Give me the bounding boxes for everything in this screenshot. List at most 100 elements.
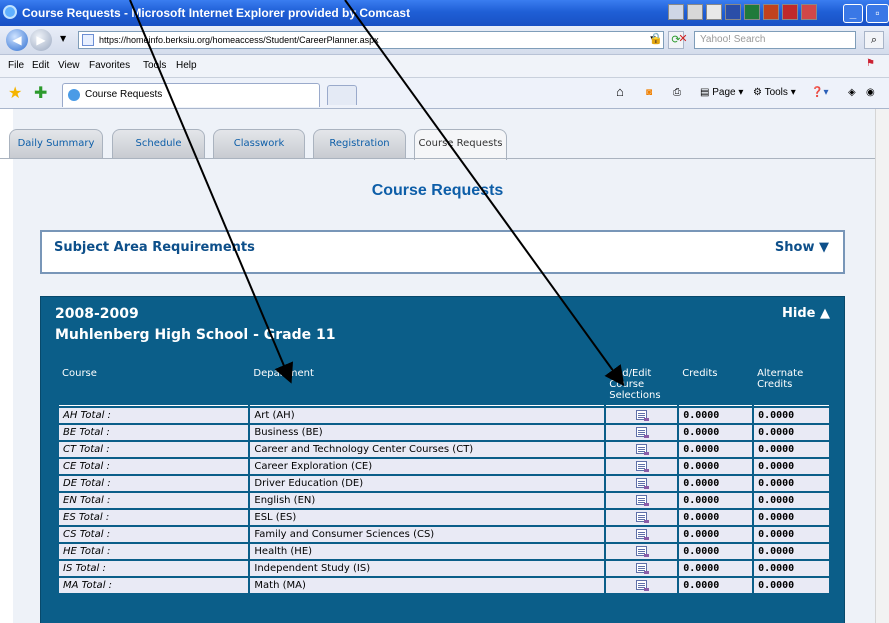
search-icon[interactable]: ⌕ bbox=[864, 31, 884, 49]
tab-registration[interactable]: Registration bbox=[313, 129, 406, 159]
edit-selections-icon[interactable] bbox=[636, 478, 650, 489]
menu-file[interactable]: File bbox=[8, 60, 24, 71]
edit-selections-icon[interactable] bbox=[636, 512, 650, 523]
row-edit[interactable] bbox=[606, 442, 678, 457]
tray-app-icon[interactable] bbox=[801, 4, 817, 20]
row-department: Business (BE) bbox=[250, 425, 605, 440]
row-alt-credits: 0.0000 bbox=[754, 493, 829, 508]
history-dropdown-icon[interactable]: ▼ bbox=[60, 34, 66, 43]
tray-app-icon[interactable] bbox=[706, 4, 722, 20]
table-row: EN Total : English (EN) 0.0000 0.0000 bbox=[59, 493, 829, 508]
edit-selections-icon[interactable] bbox=[636, 444, 650, 455]
row-alt-credits: 0.0000 bbox=[754, 476, 829, 491]
restore-button[interactable]: ▫ bbox=[866, 4, 889, 23]
edit-selections-icon[interactable] bbox=[636, 427, 650, 438]
header-credits[interactable]: Credits bbox=[679, 367, 753, 406]
row-edit[interactable] bbox=[606, 578, 678, 593]
edit-selections-icon[interactable] bbox=[636, 529, 650, 540]
lock-icon[interactable]: 🔒 bbox=[648, 31, 664, 49]
row-edit[interactable] bbox=[606, 527, 678, 542]
address-input[interactable]: https://homeinfo.berksiu.org/homeaccess/… bbox=[78, 31, 664, 49]
menu-favorites[interactable]: Favorites bbox=[89, 60, 130, 71]
tray-app-icon[interactable] bbox=[782, 4, 798, 20]
menu-bar: File Edit View Favorites Tools Help ⚑ bbox=[0, 55, 889, 78]
tools-menu-label: Tools bbox=[764, 87, 788, 98]
row-edit[interactable] bbox=[606, 493, 678, 508]
menu-tools[interactable]: Tools bbox=[143, 60, 166, 71]
row-credits: 0.0000 bbox=[679, 527, 753, 542]
tab-daily-summary[interactable]: Daily Summary bbox=[9, 129, 103, 159]
row-credits: 0.0000 bbox=[679, 578, 753, 593]
edit-selections-icon[interactable] bbox=[636, 410, 650, 421]
row-edit[interactable] bbox=[606, 408, 678, 423]
window-title-bar[interactable]: Course Requests - Microsoft Internet Exp… bbox=[0, 0, 889, 26]
vertical-scrollbar[interactable] bbox=[875, 109, 889, 623]
row-credits: 0.0000 bbox=[679, 544, 753, 559]
row-department: Career and Technology Center Courses (CT… bbox=[250, 442, 605, 457]
row-edit[interactable] bbox=[606, 561, 678, 576]
show-toggle[interactable]: Show ▼ bbox=[775, 240, 829, 255]
table-header-row: Course Department Add/Edit Course Select… bbox=[59, 367, 829, 406]
hide-toggle[interactable]: Hide ▲ bbox=[782, 306, 830, 321]
header-alternate-credits[interactable]: Alternate Credits bbox=[754, 367, 829, 406]
row-edit[interactable] bbox=[606, 510, 678, 525]
tab-classwork[interactable]: Classwork bbox=[213, 129, 305, 159]
table-row: CT Total : Career and Technology Center C… bbox=[59, 442, 829, 457]
edit-selections-icon[interactable] bbox=[636, 563, 650, 574]
row-course-total: BE Total : bbox=[59, 425, 249, 440]
row-department: Driver Education (DE) bbox=[250, 476, 605, 491]
feeds-icon[interactable]: ◙ bbox=[646, 87, 652, 98]
browser-tab[interactable]: Course Requests bbox=[62, 83, 320, 107]
row-course-total: DE Total : bbox=[59, 476, 249, 491]
excel-icon[interactable] bbox=[744, 4, 760, 20]
messenger-icon[interactable]: ◉ bbox=[866, 87, 875, 98]
chevron-down-icon: ▼ bbox=[819, 240, 829, 255]
print-icon[interactable]: ⎙ bbox=[673, 87, 681, 98]
row-alt-credits: 0.0000 bbox=[754, 578, 829, 593]
page-menu[interactable]: ▤ Page ▾ bbox=[700, 87, 743, 98]
row-course-total: CT Total : bbox=[59, 442, 249, 457]
stop-icon[interactable]: ✕ bbox=[676, 31, 690, 49]
word-icon[interactable] bbox=[725, 4, 741, 20]
menu-edit[interactable]: Edit bbox=[32, 60, 49, 71]
row-department: Health (HE) bbox=[250, 544, 605, 559]
edit-selections-icon[interactable] bbox=[636, 546, 650, 557]
row-department: Family and Consumer Sciences (CS) bbox=[250, 527, 605, 542]
tray-app-icon[interactable] bbox=[687, 4, 703, 20]
row-edit[interactable] bbox=[606, 425, 678, 440]
menu-view[interactable]: View bbox=[58, 60, 80, 71]
translate-icon[interactable]: ⚑ bbox=[866, 58, 875, 69]
subject-area-panel: Subject Area Requirements Show ▼ bbox=[40, 230, 845, 274]
header-add-edit: Add/Edit Course Selections bbox=[606, 367, 678, 406]
research-icon[interactable]: ◈ bbox=[848, 87, 856, 98]
minimize-button[interactable]: _ bbox=[843, 4, 863, 23]
table-row: HE Total : Health (HE) 0.0000 0.0000 bbox=[59, 544, 829, 559]
edit-selections-icon[interactable] bbox=[636, 580, 650, 591]
search-input[interactable]: Yahoo! Search bbox=[694, 31, 856, 49]
edit-selections-icon[interactable] bbox=[636, 495, 650, 506]
help-icon[interactable]: ❓▾ bbox=[811, 87, 828, 98]
row-edit[interactable] bbox=[606, 459, 678, 474]
new-tab-button[interactable] bbox=[327, 85, 357, 105]
row-credits: 0.0000 bbox=[679, 425, 753, 440]
tools-menu[interactable]: ⚙ Tools ▾ bbox=[753, 87, 796, 98]
tray-app-icon[interactable] bbox=[668, 4, 684, 20]
edit-selections-icon[interactable] bbox=[636, 461, 650, 472]
row-edit[interactable] bbox=[606, 544, 678, 559]
favorites-star-icon[interactable]: ★ bbox=[8, 83, 22, 102]
forward-button[interactable]: ▶ bbox=[30, 29, 52, 51]
tab-course-requests[interactable]: Course Requests bbox=[414, 129, 507, 160]
home-icon[interactable]: ⌂ bbox=[616, 84, 624, 99]
row-credits: 0.0000 bbox=[679, 408, 753, 423]
tab-schedule[interactable]: Schedule bbox=[112, 129, 205, 159]
table-row: IS Total : Independent Study (IS) 0.0000 0.… bbox=[59, 561, 829, 576]
year-panel: 2008-2009 Muhlenberg High School - Grade… bbox=[40, 296, 845, 623]
header-course[interactable]: Course bbox=[59, 367, 249, 406]
course-requests-table: Course Department Add/Edit Course Select… bbox=[57, 365, 831, 595]
row-edit[interactable] bbox=[606, 476, 678, 491]
header-department[interactable]: Department bbox=[250, 367, 605, 406]
back-button[interactable]: ◀ bbox=[6, 29, 28, 51]
powerpoint-icon[interactable] bbox=[763, 4, 779, 20]
menu-help[interactable]: Help bbox=[176, 60, 197, 71]
add-favorite-icon[interactable]: ✚ bbox=[34, 83, 47, 102]
